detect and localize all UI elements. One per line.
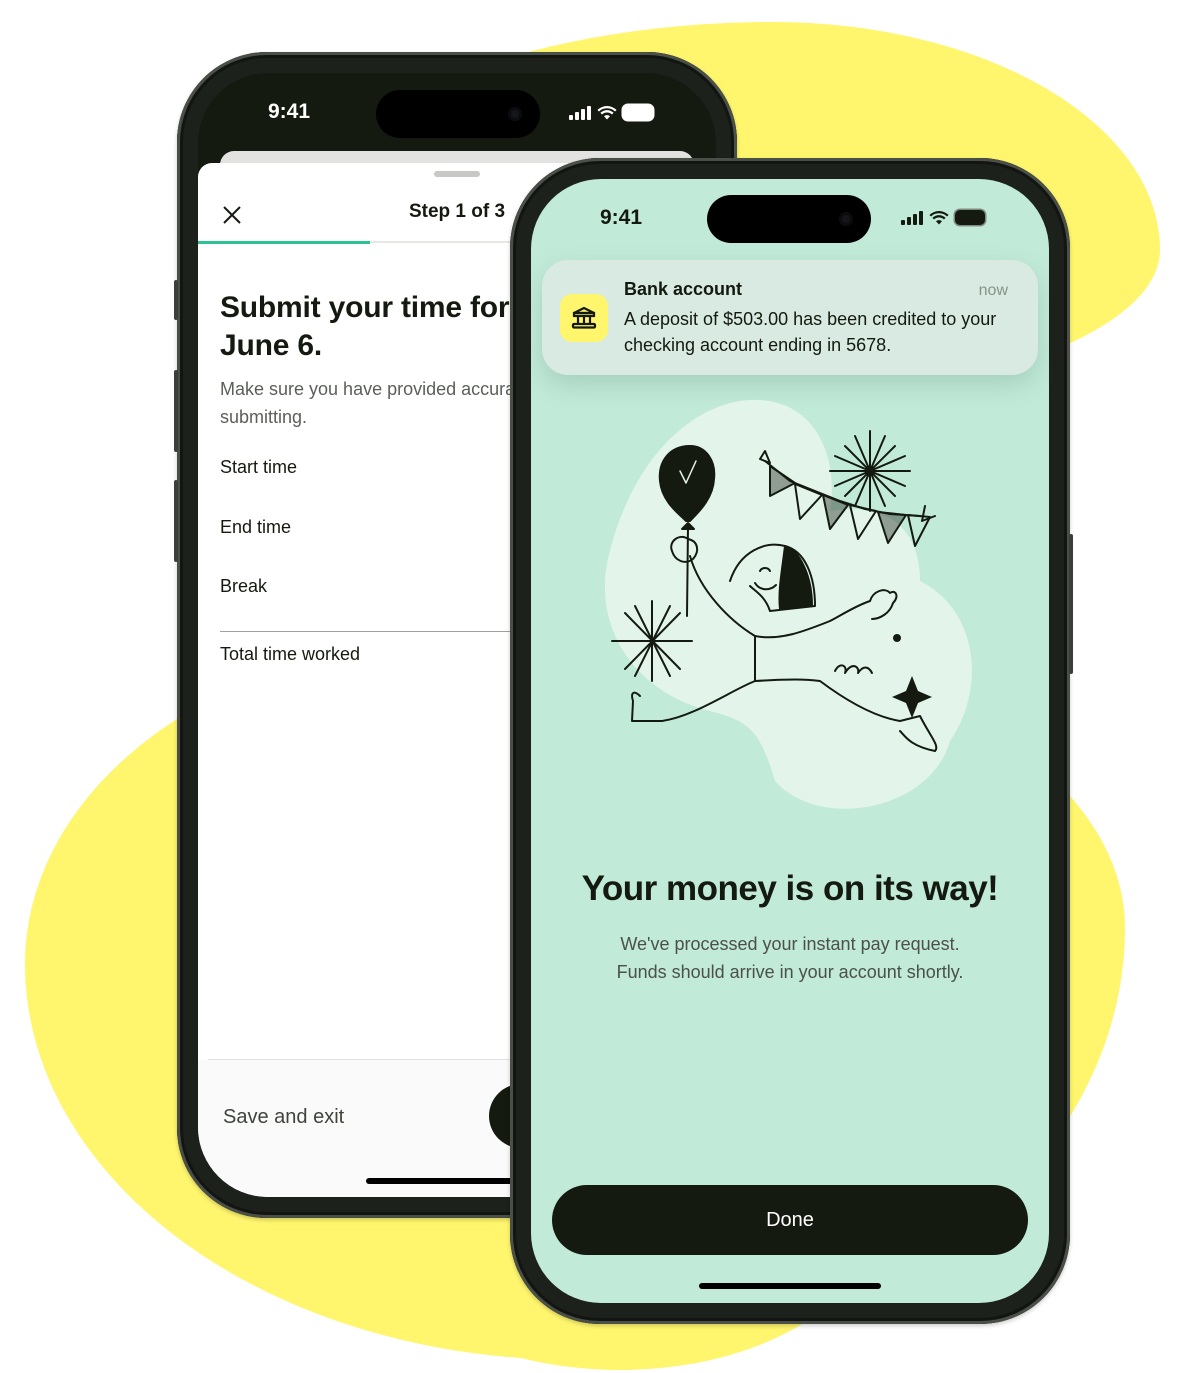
close-icon[interactable]: [220, 203, 244, 227]
bank-notification[interactable]: Bank account now A deposit of $503.00 ha…: [542, 260, 1038, 375]
total-time-label: Total time worked: [220, 644, 361, 664]
notification-body: A deposit of $503.00 has been credited t…: [624, 309, 997, 355]
sheet-grabber[interactable]: [434, 171, 480, 177]
end-time-field[interactable]: End time: [220, 517, 291, 538]
sparkle-icon: [611, 600, 693, 682]
front-phone-screen: 9:41 Bank account now A deposit of $503.…: [531, 179, 1049, 1303]
start-time-field[interactable]: Start time: [220, 457, 297, 478]
step-label: Step 1 of 3: [408, 201, 506, 222]
notification-time: now: [978, 282, 1008, 299]
signal-icon: [901, 210, 923, 225]
done-button[interactable]: Done: [552, 1185, 1028, 1255]
phone-side-button: [1069, 534, 1073, 674]
subtext-line: Funds should arrive in your account shor…: [616, 962, 964, 982]
front-phone: 9:41 Bank account now A deposit of $503.…: [510, 158, 1073, 1324]
subtext-line: We've processed your instant pay request…: [620, 934, 960, 954]
phone-side-button: [174, 280, 178, 320]
wifi-icon: [929, 210, 949, 224]
dynamic-island: [376, 90, 540, 138]
battery-icon: [623, 105, 653, 120]
status-time: 9:41: [600, 206, 643, 229]
celebration-illustration: [604, 399, 972, 809]
wifi-icon: [597, 105, 617, 119]
phone-side-button: [174, 480, 178, 562]
bank-icon: [571, 306, 597, 329]
home-indicator: [699, 1283, 881, 1289]
battery-icon: [955, 210, 985, 225]
success-subtext: We've processed your instant pay request…: [571, 930, 1009, 986]
status-time: 9:41: [268, 100, 311, 123]
notification-app-icon: [560, 294, 608, 342]
dot-icon: [893, 634, 901, 642]
notification-title: Bank account: [624, 279, 743, 299]
success-headline: Your money is on its way!: [581, 869, 999, 908]
save-and-exit-button[interactable]: Save and exit: [223, 1106, 344, 1129]
dynamic-island: [707, 195, 871, 243]
break-field[interactable]: Break: [220, 576, 267, 597]
phone-side-button: [174, 370, 178, 452]
firework-icon: [829, 430, 911, 512]
step-progress-fill: [198, 241, 371, 244]
signal-icon: [569, 105, 591, 120]
